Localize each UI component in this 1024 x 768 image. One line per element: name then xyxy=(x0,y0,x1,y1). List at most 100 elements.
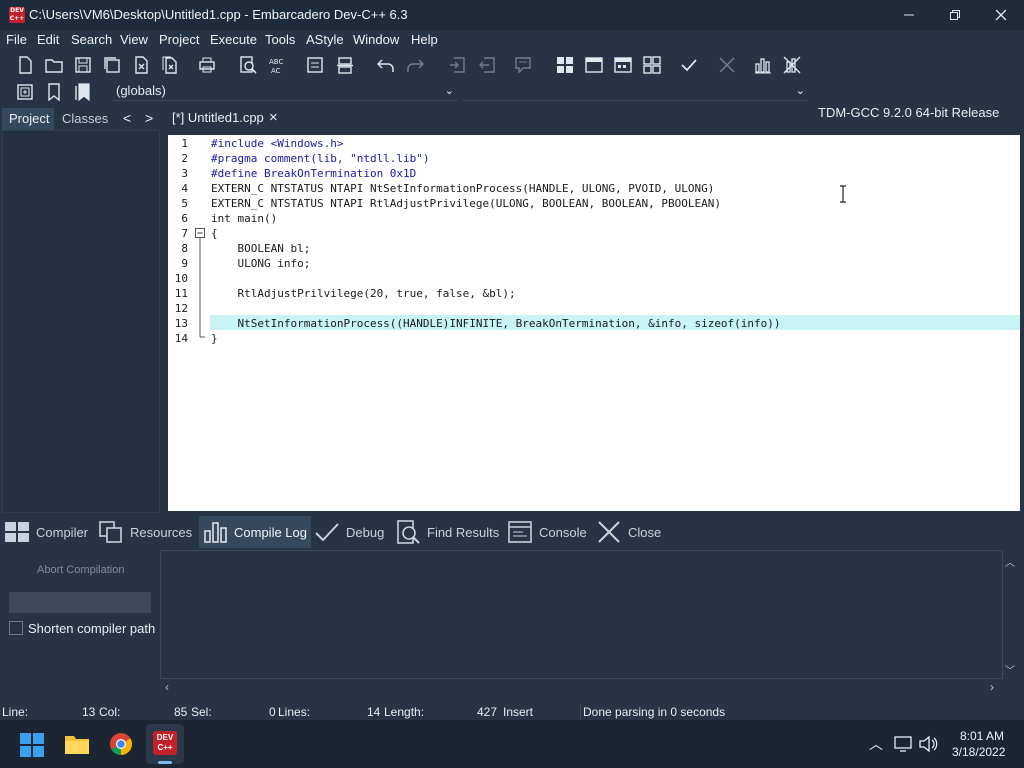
save-icon[interactable] xyxy=(72,54,94,76)
code-line: } xyxy=(211,332,218,345)
chevron-down-icon: ⌄ xyxy=(444,85,454,97)
code-lines: #include <Windows.h> #pragma comment(lib… xyxy=(168,135,1020,511)
bar-chart-icon xyxy=(204,522,227,543)
new-file-icon[interactable] xyxy=(14,54,36,76)
code-line: #include <Windows.h> xyxy=(211,137,344,150)
tray-overflow-icon[interactable]: ︿ xyxy=(869,734,883,754)
status-sel-label: Sel: xyxy=(191,705,212,719)
status-message: Done parsing in 0 seconds xyxy=(583,705,726,719)
tab-find-results[interactable]: Find Results xyxy=(395,516,499,548)
scroll-down-icon[interactable]: ﹀ xyxy=(1005,662,1015,677)
status-divider xyxy=(580,704,581,720)
close-icon[interactable] xyxy=(978,0,1024,30)
tab-compile-log-label: Compile Log xyxy=(234,524,307,540)
function-combo[interactable]: ⌄ xyxy=(463,81,808,101)
scroll-up-icon[interactable]: ︿ xyxy=(1005,554,1015,569)
compile-icon[interactable] xyxy=(554,54,576,76)
menu-view[interactable]: View xyxy=(120,32,148,47)
windows-start-icon[interactable] xyxy=(20,733,44,760)
clock-date[interactable]: 3/18/2022 xyxy=(952,745,1005,759)
tab-close[interactable]: Close xyxy=(596,516,661,548)
compile-log-output[interactable] xyxy=(160,550,1003,679)
status-sel-value: 0 xyxy=(269,705,276,719)
find-icon[interactable] xyxy=(237,54,259,76)
tab-resources[interactable]: Resources xyxy=(98,516,192,548)
clock-time[interactable]: 8:01 AM xyxy=(960,729,1004,743)
editor-tab[interactable]: [*] Untitled1.cpp × xyxy=(168,107,288,129)
profile-icon[interactable] xyxy=(752,54,774,76)
taskbar-devcpp-button[interactable]: DEV C++ xyxy=(146,724,184,764)
close-file-icon[interactable] xyxy=(130,54,152,76)
scroll-right-icon[interactable]: › xyxy=(990,680,994,694)
menu-tools[interactable]: Tools xyxy=(265,32,295,47)
minimize-icon[interactable] xyxy=(886,0,932,30)
tab-close-icon[interactable]: × xyxy=(269,109,278,126)
maximize-icon[interactable] xyxy=(932,0,978,30)
console-icon xyxy=(508,521,532,543)
project-tree[interactable] xyxy=(2,130,160,513)
taskbar: DEV C++ ︿ 8:01 AM 3/18/2022 xyxy=(0,720,1024,768)
rebuild-icon[interactable] xyxy=(641,54,663,76)
scope-combo[interactable]: (globals) ⌄ xyxy=(112,81,457,101)
abort-compilation-button[interactable]: Abort Compilation xyxy=(37,564,124,576)
code-line: NtSetInformationProcess((HANDLE)INFINITE… xyxy=(211,317,781,330)
code-line: #pragma comment(lib, "ntdll.lib") xyxy=(211,152,430,165)
open-folder-icon[interactable] xyxy=(43,54,65,76)
scroll-left-icon[interactable]: ‹ xyxy=(165,680,169,694)
tab-debug[interactable]: Debug xyxy=(314,516,384,548)
toggle-bookmark-icon[interactable] xyxy=(43,81,65,103)
menu-edit[interactable]: Edit xyxy=(37,32,59,47)
compile-run-icon[interactable] xyxy=(612,54,634,76)
menu-file[interactable]: File xyxy=(6,32,27,47)
print-icon[interactable] xyxy=(196,54,218,76)
compiler-grid-icon xyxy=(5,522,29,542)
menu-help[interactable]: Help xyxy=(411,32,438,47)
comment-icon[interactable] xyxy=(512,54,534,76)
goto-line-icon[interactable] xyxy=(304,54,326,76)
run-icon[interactable] xyxy=(583,54,605,76)
goto-bookmark-icon[interactable] xyxy=(72,81,94,103)
status-length-label: Length: xyxy=(384,705,425,719)
code-line: BOOLEAN bl; xyxy=(211,242,311,255)
syntax-check-icon[interactable] xyxy=(678,54,700,76)
delete-profile-icon[interactable] xyxy=(781,54,803,76)
title-bar: DEV C++ C:\Users\VM6\Desktop\Untitled1.c… xyxy=(0,0,1024,30)
scope-combo-value: (globals) xyxy=(116,83,166,98)
menu-window[interactable]: Window xyxy=(353,32,399,47)
remove-project-icon[interactable] xyxy=(476,54,498,76)
tab-next-icon[interactable]: > xyxy=(145,110,153,126)
file-explorer-icon[interactable] xyxy=(64,733,90,758)
close-all-icon[interactable] xyxy=(159,54,181,76)
tab-classes[interactable]: Classes xyxy=(62,111,108,126)
menu-search[interactable]: Search xyxy=(71,32,112,47)
compiler-select[interactable]: TDM-GCC 9.2.0 64-bit Release xyxy=(818,102,1018,124)
replace-icon[interactable]: ABC AC xyxy=(266,54,288,76)
find-results-icon xyxy=(397,520,420,544)
volume-icon[interactable] xyxy=(918,735,938,756)
undo-icon[interactable] xyxy=(375,54,397,76)
tab-prev-icon[interactable]: < xyxy=(123,110,131,126)
menu-astyle[interactable]: AStyle xyxy=(306,32,344,47)
svg-text:AC: AC xyxy=(271,67,281,74)
tab-project[interactable]: Project xyxy=(9,111,49,126)
tab-console-label: Console xyxy=(539,524,587,540)
shorten-path-checkbox[interactable] xyxy=(9,621,23,635)
menu-execute[interactable]: Execute xyxy=(210,32,257,47)
tab-console[interactable]: Console xyxy=(507,516,587,548)
network-icon[interactable] xyxy=(894,735,914,756)
redo-icon[interactable] xyxy=(404,54,426,76)
new-project-icon[interactable] xyxy=(446,54,468,76)
tab-find-results-label: Find Results xyxy=(427,524,500,540)
tab-compile-log[interactable]: Compile Log xyxy=(199,516,311,548)
insert-icon[interactable] xyxy=(14,81,36,103)
stop-execution-icon[interactable] xyxy=(716,54,738,76)
tab-compiler[interactable]: Compiler xyxy=(4,516,88,548)
menu-project[interactable]: Project xyxy=(159,32,199,47)
status-line-value: 13 xyxy=(82,705,96,719)
status-line-label: Line: xyxy=(2,705,29,719)
chrome-icon[interactable] xyxy=(109,732,133,759)
tab-resources-label: Resources xyxy=(130,524,193,540)
save-all-icon[interactable] xyxy=(101,54,123,76)
toggle-editor-icon[interactable] xyxy=(334,54,356,76)
code-line: RtlAdjustPrilvilege(20, true, false, &bl… xyxy=(211,287,516,300)
